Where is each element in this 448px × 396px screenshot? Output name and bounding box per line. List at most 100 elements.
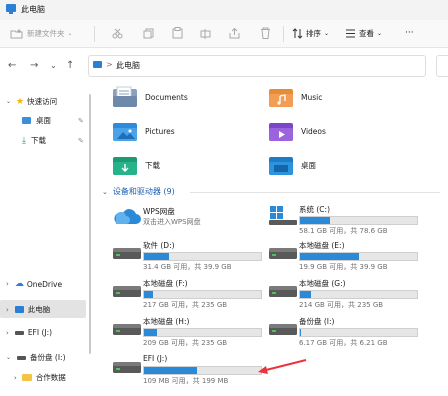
star-icon: ★ (16, 96, 25, 107)
rename-icon (200, 28, 211, 39)
drive-icon (17, 355, 27, 360)
sidebar-item-backup[interactable]: ⌄ 备份盘 (I:) (6, 352, 66, 363)
more-options-button[interactable]: ··· (405, 26, 414, 40)
folder-icon (21, 374, 32, 381)
sort-button[interactable]: 排序 ⌄ (292, 26, 329, 40)
pin-icon[interactable]: ✎ (78, 137, 84, 145)
usage-bar (299, 252, 418, 261)
folder-pictures[interactable]: Pictures (112, 120, 175, 142)
toolbar-divider (94, 26, 95, 42)
folder-desktop[interactable]: 桌面 (268, 154, 316, 176)
sidebar-scrollbar[interactable] (88, 84, 92, 396)
folder-videos[interactable]: Videos (268, 120, 326, 142)
sidebar-item-desktop[interactable]: 桌面 ✎ (22, 115, 84, 126)
downloads-folder-icon (113, 157, 137, 175)
folder-downloads[interactable]: 下载 (112, 154, 160, 176)
cloud-drive-icon (114, 209, 141, 224)
copy-button[interactable] (143, 26, 154, 40)
chevron-down-icon: ⌄ (377, 29, 383, 37)
paste-button[interactable] (172, 26, 183, 40)
usage-bar (143, 252, 262, 261)
usage-bar-fill (144, 253, 169, 260)
usage-bar-fill (144, 291, 154, 298)
folder-music[interactable]: Music (268, 86, 322, 108)
scrollbar-thumb[interactable] (89, 94, 91, 354)
search-input[interactable] (436, 55, 448, 77)
view-icon (346, 29, 355, 37)
sidebar-item-work-data[interactable]: › 合作数据 (14, 372, 66, 383)
usage-bar (299, 328, 418, 337)
usage-bar (299, 290, 418, 299)
usage-bar-fill (300, 291, 311, 298)
usage-bar-fill (144, 329, 157, 336)
chevron-down-icon: ⌄ (102, 187, 108, 196)
drive-icon (113, 248, 141, 259)
forward-arrow-icon[interactable]: → (30, 60, 38, 71)
sort-icon (292, 27, 303, 39)
new-folder-icon (10, 28, 23, 38)
desktop-folder-icon (269, 157, 293, 175)
drive-icon (269, 324, 297, 335)
title-bar: 此电脑 (0, 0, 448, 20)
sidebar-item-quick-access[interactable]: ⌄ ★ 快速访问 (6, 96, 57, 107)
chevron-right-icon: › (6, 305, 9, 314)
view-button[interactable]: 查看 ⌄ (345, 26, 382, 40)
share-button[interactable] (229, 26, 240, 40)
desktop-icon (22, 117, 31, 124)
section-divider (190, 192, 440, 193)
command-bar: 新建文件夹 ⌄ 排序 ⌄ 查看 ⌄ ··· (0, 20, 448, 48)
up-arrow-icon[interactable]: ↑ (66, 60, 74, 71)
arrow-shaft (261, 359, 307, 372)
breadcrumb[interactable]: 此电脑 (116, 60, 140, 71)
download-icon: ⤓ (22, 135, 26, 146)
share-icon (229, 27, 240, 38)
window-title: 此电脑 (21, 5, 45, 14)
chevron-down-icon: ⌄ (324, 29, 330, 37)
this-pc-icon (93, 61, 102, 68)
drive-icon (113, 324, 141, 335)
usage-bar (143, 290, 262, 299)
chevron-down-icon: ⌄ (6, 354, 12, 361)
music-folder-icon (269, 89, 293, 107)
devices-section-header[interactable]: ⌄ 设备和驱动器 (9) (102, 186, 440, 197)
address-bar[interactable]: > 此电脑 (88, 55, 426, 77)
scissors-icon (112, 28, 123, 38)
new-folder-button[interactable]: 新建文件夹 ⌄ (10, 26, 73, 40)
usage-bar (299, 216, 418, 225)
rename-button[interactable] (200, 26, 211, 40)
drive-icon (113, 362, 141, 373)
usage-bar (143, 328, 262, 337)
usage-bar-fill (300, 217, 331, 224)
back-arrow-icon[interactable]: ← (8, 60, 16, 71)
chevron-down-icon: ⌄ (67, 29, 73, 37)
drive-icon (113, 286, 141, 297)
videos-folder-icon (269, 123, 293, 141)
cloud-icon: ☁ (14, 279, 24, 289)
drive-icon (14, 330, 24, 335)
pictures-folder-icon (113, 123, 137, 141)
cut-button[interactable] (112, 26, 123, 40)
folder-documents[interactable]: Documents (112, 86, 188, 108)
this-pc-icon (6, 4, 16, 14)
recent-locations-icon[interactable]: ⌄ (50, 61, 57, 70)
sidebar-item-this-pc[interactable]: › 此电脑 (6, 304, 50, 315)
drive-icon (269, 286, 297, 297)
chevron-right-icon: › (6, 280, 9, 288)
chevron-down-icon: ⌄ (6, 98, 12, 105)
navigation-pane: ⌄ ★ 快速访问 桌面 ✎ ⤓ 下载 ✎ › ☁ OneDrive › 此电脑 … (0, 84, 88, 396)
usage-bar (143, 366, 262, 375)
sidebar-item-downloads[interactable]: ⤓ 下载 ✎ (22, 135, 84, 146)
usage-bar-fill (300, 253, 359, 260)
clipboard-icon (172, 27, 183, 39)
copy-icon (143, 28, 154, 38)
windows-drive-icon (269, 206, 297, 225)
documents-folder-icon (113, 86, 137, 107)
sidebar-item-efi[interactable]: › EFI (J:) (6, 328, 52, 337)
this-pc-icon (14, 306, 24, 313)
trash-icon (261, 27, 270, 39)
usage-bar-fill (144, 367, 197, 374)
sidebar-item-onedrive[interactable]: › ☁ OneDrive (6, 279, 62, 289)
pin-icon[interactable]: ✎ (78, 117, 84, 125)
chevron-right-icon: › (6, 328, 9, 337)
delete-button[interactable] (260, 26, 271, 40)
